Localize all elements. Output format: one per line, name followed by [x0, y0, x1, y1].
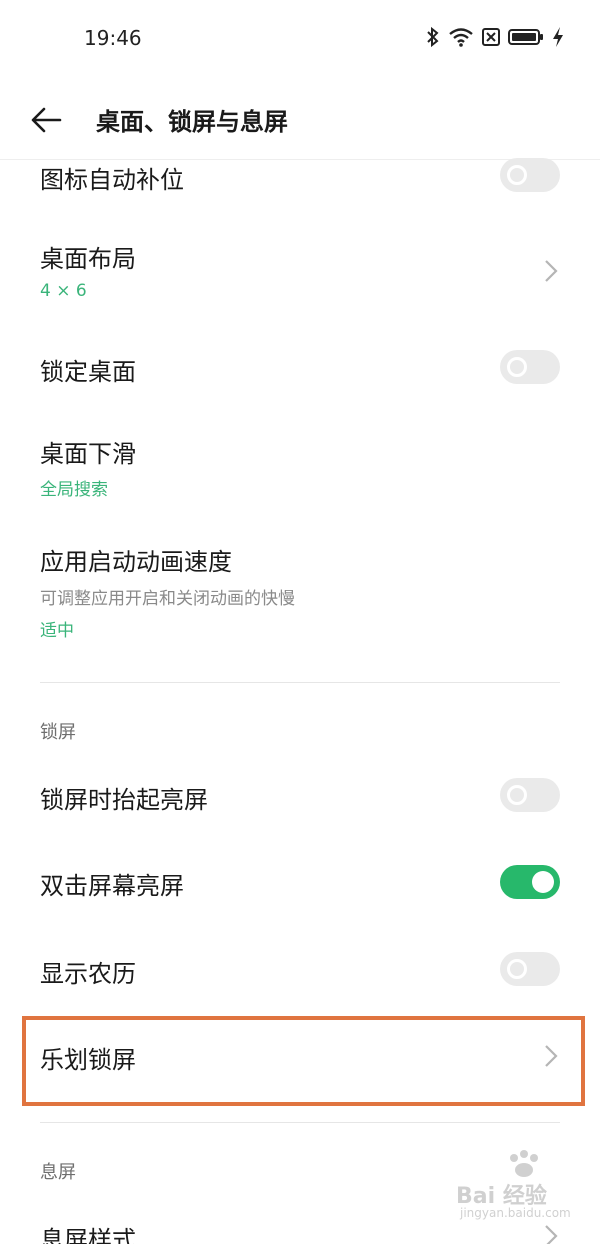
toggle-knob	[507, 165, 527, 185]
section-label-lock: 锁屏	[40, 722, 76, 743]
toggle-knob	[532, 871, 554, 893]
setting-value: 4 × 6	[40, 281, 87, 301]
setting-title: 桌面布局	[40, 245, 136, 273]
section-divider	[40, 682, 560, 683]
setting-title: 显示农历	[40, 960, 136, 988]
section-divider	[40, 1122, 560, 1123]
setting-lock-desktop[interactable]: 锁定桌面	[0, 342, 600, 394]
app-header: 桌面、锁屏与息屏	[0, 80, 600, 160]
setting-value: 适中	[40, 621, 74, 641]
bluetooth-icon	[427, 26, 439, 48]
setting-title: 应用启动动画速度	[40, 548, 232, 576]
no-sim-icon	[482, 28, 500, 46]
status-icons	[426, 26, 564, 48]
toggle-knob	[507, 357, 527, 377]
wifi-icon	[449, 28, 473, 47]
setting-anim-speed[interactable]: 应用启动动画速度 可调整应用开启和关闭动画的快慢 适中	[0, 530, 600, 650]
watermark-url: jingyan.baidu.com	[460, 1206, 571, 1220]
charging-icon	[553, 27, 563, 47]
highlight-box	[22, 1016, 585, 1106]
status-time: 19:46	[84, 26, 142, 50]
battery-icon	[508, 29, 543, 45]
setting-lift-to-wake[interactable]: 锁屏时抬起亮屏	[0, 770, 600, 822]
setting-description: 可调整应用开启和关闭动画的快慢	[40, 589, 295, 609]
setting-desktop-layout[interactable]: 桌面布局 4 × 6	[0, 225, 600, 320]
back-button[interactable]	[30, 102, 74, 138]
setting-title: 双击屏幕亮屏	[40, 872, 184, 900]
paw-icon	[510, 1150, 538, 1177]
setting-title: 息屏样式	[40, 1226, 136, 1244]
setting-title: 锁屏时抬起亮屏	[40, 786, 208, 814]
status-bar: 19:46	[0, 0, 600, 80]
lift-to-wake-toggle[interactable]	[500, 778, 560, 812]
toggle-knob	[507, 785, 527, 805]
setting-lunar-calendar[interactable]: 显示农历	[0, 944, 600, 996]
setting-title: 锁定桌面	[40, 358, 136, 386]
double-tap-toggle[interactable]	[500, 865, 560, 899]
setting-swipe-down[interactable]: 桌面下滑 全局搜索	[0, 420, 600, 510]
chevron-right-icon	[545, 260, 558, 282]
setting-title: 桌面下滑	[40, 440, 136, 468]
setting-double-tap-wake[interactable]: 双击屏幕亮屏	[0, 856, 600, 908]
lunar-calendar-toggle[interactable]	[500, 952, 560, 986]
setting-icon-auto-fill[interactable]: 图标自动补位	[0, 158, 600, 200]
icon-auto-fill-toggle[interactable]	[500, 158, 560, 192]
lock-desktop-toggle[interactable]	[500, 350, 560, 384]
setting-value: 全局搜索	[40, 480, 108, 500]
toggle-knob	[507, 959, 527, 979]
page-title: 桌面、锁屏与息屏	[96, 108, 288, 136]
setting-title: 图标自动补位	[40, 166, 184, 194]
back-arrow-icon	[31, 107, 62, 133]
section-label-aod: 息屏	[40, 1162, 76, 1183]
baidu-watermark: Bai 经验 jingyan.baidu.com	[456, 1148, 586, 1228]
